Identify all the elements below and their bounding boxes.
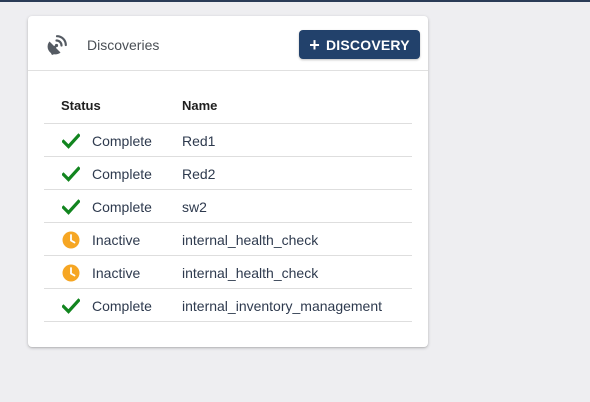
add-discovery-button[interactable]: + DISCOVERY <box>299 30 420 59</box>
discoveries-card: Discoveries + DISCOVERY Status Name Comp… <box>28 16 428 347</box>
table-header: Status Name <box>44 88 412 124</box>
column-header-name[interactable]: Name <box>182 98 217 113</box>
status-text: Complete <box>92 298 152 314</box>
card-header: Discoveries + DISCOVERY <box>28 16 428 71</box>
table-body: Complete Red1 Complete Red2 Complete sw2 Inact… <box>44 124 412 322</box>
satellite-dish-icon <box>45 33 69 57</box>
status-text: Complete <box>92 133 152 149</box>
table-row[interactable]: Complete sw2 <box>44 190 412 223</box>
top-accent-bar <box>0 0 590 2</box>
status-text: Inactive <box>92 265 141 281</box>
discovery-name[interactable]: internal_inventory_management <box>182 298 382 314</box>
status-text: Complete <box>92 199 152 215</box>
clock-icon <box>62 231 80 249</box>
check-icon <box>61 297 81 315</box>
status-text: Complete <box>92 166 152 182</box>
plus-icon: + <box>309 34 320 55</box>
table-row[interactable]: Inactive internal_health_check <box>44 223 412 256</box>
discovery-name[interactable]: internal_health_check <box>182 232 318 248</box>
page-title: Discoveries <box>87 37 160 53</box>
discovery-name[interactable]: sw2 <box>182 199 207 215</box>
check-icon <box>61 132 81 150</box>
table-row[interactable]: Complete Red1 <box>44 124 412 157</box>
column-header-status[interactable]: Status <box>61 98 101 113</box>
add-discovery-label: DISCOVERY <box>325 36 410 53</box>
check-icon <box>61 198 81 216</box>
table-row[interactable]: Complete internal_inventory_management <box>44 289 412 322</box>
discoveries-table: Status Name Complete Red1 Complete Red2 Comp… <box>44 88 412 322</box>
check-icon <box>61 165 81 183</box>
clock-icon <box>62 264 80 282</box>
discovery-name[interactable]: Red1 <box>182 133 215 149</box>
discovery-name[interactable]: internal_health_check <box>182 265 318 281</box>
table-row[interactable]: Complete Red2 <box>44 157 412 190</box>
discovery-name[interactable]: Red2 <box>182 166 215 182</box>
status-text: Inactive <box>92 232 141 248</box>
table-row[interactable]: Inactive internal_health_check <box>44 256 412 289</box>
